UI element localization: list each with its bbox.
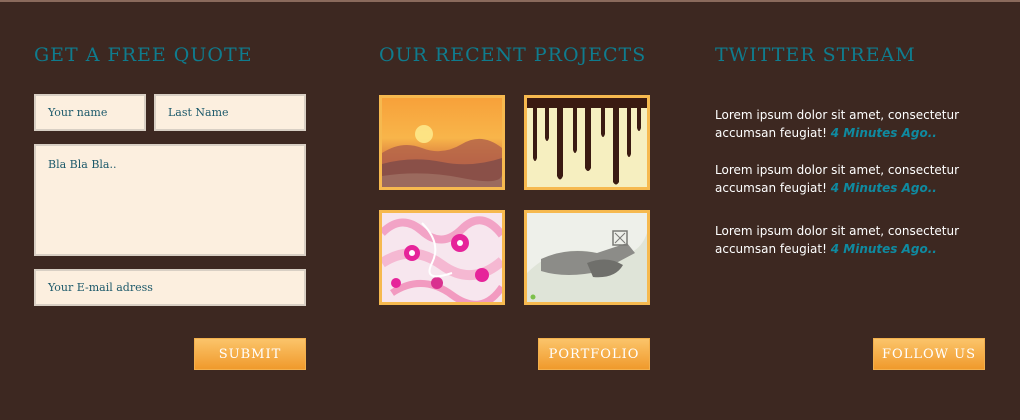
quote-heading: GET A FREE QUOTE <box>34 44 253 66</box>
last-name-placeholder: Last Name <box>168 106 229 119</box>
first-name-placeholder: Your name <box>48 106 108 119</box>
projects-heading: OUR RECENT PROJECTS <box>379 44 647 66</box>
last-name-input[interactable]: Last Name <box>154 94 306 131</box>
twitter-heading: TWITTER STREAM <box>715 44 916 66</box>
tweet-time-link[interactable]: 4 Minutes Ago.. <box>831 181 937 195</box>
tweet-time-link[interactable]: 4 Minutes Ago.. <box>831 242 937 256</box>
project-thumb-pink[interactable] <box>379 210 505 305</box>
tweet-3: Lorem ipsum dolor sit amet, consectetur … <box>715 222 995 258</box>
submit-button[interactable]: SUBMIT <box>194 338 306 370</box>
tweet-2: Lorem ipsum dolor sit amet, consectetur … <box>715 161 995 197</box>
tweet-1: Lorem ipsum dolor sit amet, consectetur … <box>715 106 995 142</box>
project-thumb-sketch[interactable] <box>524 210 650 305</box>
sketch-figure-image <box>527 213 647 302</box>
message-placeholder: Bla Bla Bla.. <box>48 158 117 171</box>
email-input[interactable]: Your E-mail adress <box>34 269 306 306</box>
email-placeholder: Your E-mail adress <box>48 281 153 294</box>
portfolio-button[interactable]: PORTFOLIO <box>538 338 650 370</box>
follow-us-button[interactable]: FOLLOW US <box>873 338 985 370</box>
message-textarea[interactable]: Bla Bla Bla.. <box>34 144 306 256</box>
sunset-landscape-image <box>382 98 502 187</box>
project-thumb-sunset[interactable] <box>379 95 505 190</box>
dripping-paint-image <box>527 98 647 187</box>
top-divider <box>0 0 1020 2</box>
tweet-time-link[interactable]: 4 Minutes Ago.. <box>831 126 937 140</box>
first-name-input[interactable]: Your name <box>34 94 146 131</box>
pink-abstract-image <box>382 213 502 302</box>
project-thumb-drips[interactable] <box>524 95 650 190</box>
